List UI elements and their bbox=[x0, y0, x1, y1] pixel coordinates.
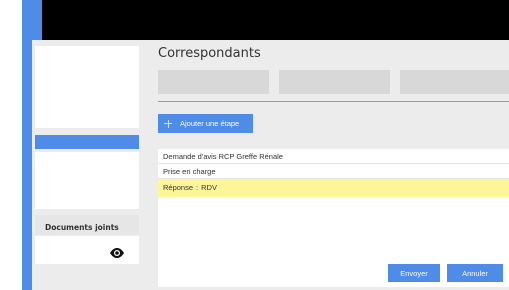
plus-icon bbox=[164, 119, 172, 128]
list-item[interactable]: Demande d'avis RCP Greffe Rénale bbox=[158, 149, 509, 164]
sidebar-selected-item[interactable] bbox=[35, 135, 139, 149]
correspondent-tile[interactable] bbox=[158, 70, 269, 94]
step-label: Demande d'avis RCP Greffe Rénale bbox=[163, 152, 283, 161]
correspondent-tile[interactable] bbox=[279, 70, 390, 94]
top-bar bbox=[22, 0, 509, 40]
documents-label: Documents joints bbox=[45, 223, 119, 232]
section-divider bbox=[158, 101, 509, 102]
add-step-button[interactable]: Ajouter une étape bbox=[158, 114, 253, 133]
add-step-label: Ajouter une étape bbox=[180, 119, 240, 128]
list-item[interactable]: Prise en charge bbox=[158, 164, 509, 179]
step-label: Réponse bbox=[163, 183, 194, 192]
top-bar-accent bbox=[22, 0, 42, 40]
step-label: Prise en charge bbox=[163, 167, 216, 176]
eye-icon[interactable] bbox=[109, 244, 125, 258]
cancel-button[interactable]: Annuler bbox=[447, 264, 503, 282]
sidebar-panel-middle bbox=[35, 152, 139, 209]
page-title: Correspondants bbox=[158, 46, 261, 61]
correspondent-tile[interactable] bbox=[400, 70, 509, 94]
send-label: Envoyer bbox=[400, 268, 428, 278]
sidebar-panel-top bbox=[35, 46, 139, 128]
step-separator: : bbox=[196, 183, 199, 192]
list-item-selected[interactable]: Réponse: RDV bbox=[158, 179, 509, 197]
left-accent-stripe bbox=[22, 0, 32, 290]
cancel-label: Annuler bbox=[462, 268, 488, 278]
step-value: RDV bbox=[201, 183, 217, 192]
send-button[interactable]: Envoyer bbox=[388, 264, 440, 282]
